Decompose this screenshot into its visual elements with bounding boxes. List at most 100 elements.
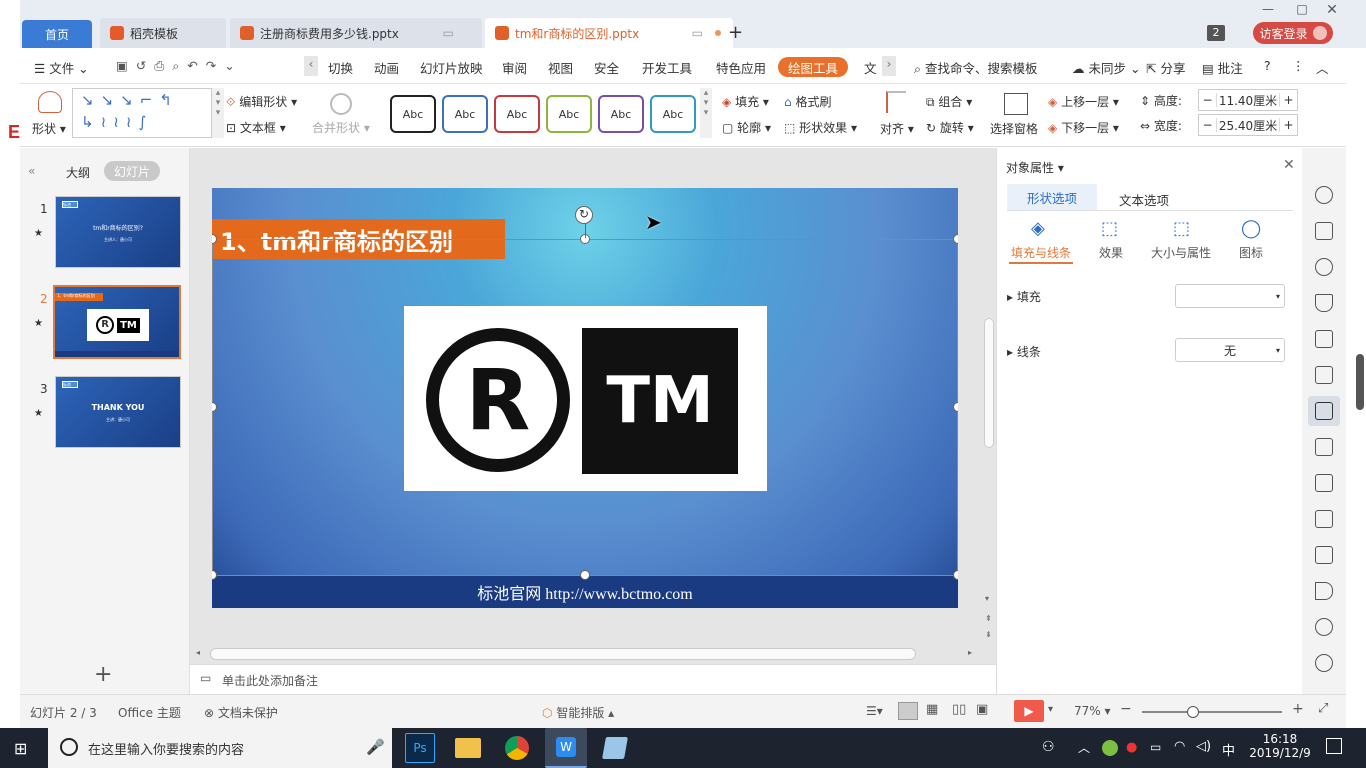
scroll-down-icon[interactable]: ▾ bbox=[985, 594, 989, 603]
wps-active-app[interactable]: W bbox=[545, 728, 587, 768]
send-backward-button[interactable]: ◈ 下移一层 ▾ bbox=[1048, 119, 1119, 136]
rotate-handle-icon[interactable]: ↻ bbox=[575, 206, 593, 224]
battery-icon[interactable]: ▭ bbox=[1150, 740, 1161, 754]
volume-icon[interactable]: ◁) bbox=[1196, 739, 1211, 754]
shape-effect-button[interactable]: ⬚ 形状效果 ▾ bbox=[784, 119, 857, 136]
height-value[interactable]: 11.40厘米 bbox=[1217, 92, 1279, 109]
layers-icon[interactable] bbox=[1315, 294, 1333, 312]
style-preset-3[interactable]: Abc bbox=[494, 95, 540, 133]
scroll-left-icon[interactable]: ◂ bbox=[196, 648, 200, 657]
file-explorer-icon[interactable] bbox=[455, 738, 481, 758]
select-pane-button[interactable]: 选择窗格 bbox=[990, 120, 1038, 137]
image-edit-icon[interactable] bbox=[1315, 438, 1333, 456]
menu-switch[interactable]: 切换 bbox=[328, 58, 353, 77]
vertical-scrollbar[interactable] bbox=[984, 318, 994, 448]
close-panel-icon[interactable]: ✕ bbox=[1283, 157, 1295, 173]
zoom-slider-thumb[interactable] bbox=[1187, 706, 1199, 718]
group-button[interactable]: ⧉ 组合 ▾ bbox=[926, 93, 972, 110]
window-count-badge[interactable]: 2 bbox=[1207, 25, 1225, 41]
gallery-scroll[interactable]: ▴ ▾ ▾ bbox=[212, 88, 224, 138]
text-box-button[interactable]: ⊡ 文本框 ▾ bbox=[226, 119, 286, 136]
help-icon[interactable]: ? bbox=[1264, 58, 1271, 73]
sync-button[interactable]: ☁ 未同步 ⌄ bbox=[1072, 58, 1140, 77]
resize-handle[interactable] bbox=[580, 570, 590, 580]
zoom-level[interactable]: 77% ▾ bbox=[1074, 704, 1111, 718]
format-brush-button[interactable]: ⌂ 格式刷 bbox=[784, 93, 831, 110]
align-button[interactable]: 对齐 ▾ bbox=[880, 120, 914, 137]
notes-area[interactable]: ▭ 单击此处添加备注 bbox=[190, 664, 996, 694]
notes-placeholder[interactable]: 单击此处添加备注 bbox=[222, 672, 318, 689]
share-button[interactable]: ⇱ 分享 bbox=[1146, 58, 1185, 77]
slide-thumb-3[interactable]: 标池 THANK YOU 主讲：唐小可 bbox=[55, 376, 181, 448]
subtab-fill-line[interactable]: 填充与线条 bbox=[1011, 244, 1071, 261]
grid-icon[interactable] bbox=[1315, 330, 1333, 348]
windows-start-icon[interactable]: ⊞ bbox=[14, 739, 27, 758]
zoom-slider[interactable] bbox=[1142, 711, 1282, 713]
sidebar-scrollbar[interactable] bbox=[1356, 354, 1364, 410]
fill-button[interactable]: ◈ 填充 ▾ bbox=[722, 93, 769, 110]
audio-icon[interactable] bbox=[1315, 582, 1333, 600]
zoom-in-button[interactable]: + bbox=[1292, 701, 1304, 717]
scroll-right-icon[interactable]: › bbox=[882, 56, 896, 76]
add-slide-button[interactable]: + bbox=[94, 662, 112, 687]
rotate-button[interactable]: ↻ 旋转 ▾ bbox=[926, 119, 974, 136]
sorter-view-icon[interactable]: ▦ bbox=[926, 702, 938, 717]
ime-indicator[interactable]: 中 bbox=[1222, 740, 1235, 759]
microphone-icon[interactable]: 🎤 bbox=[366, 738, 385, 756]
maximize-icon[interactable]: □ bbox=[1292, 2, 1312, 16]
menu-review[interactable]: 审阅 bbox=[502, 58, 527, 77]
play-slideshow-button[interactable]: ▶ bbox=[1014, 700, 1044, 722]
scroll-left-icon[interactable]: ‹ bbox=[304, 56, 318, 76]
close-icon[interactable]: ✕ bbox=[1322, 2, 1342, 18]
menu-animation[interactable]: 动画 bbox=[374, 58, 399, 77]
more-options-icon[interactable]: ⋮ bbox=[1292, 58, 1305, 73]
slide-thumb-2[interactable]: 1、tm和r商标的区别 R TM bbox=[53, 285, 181, 359]
new-tab-button[interactable]: + bbox=[728, 22, 743, 43]
tray-expand-icon[interactable]: ︿ bbox=[1078, 739, 1090, 756]
menu-draw-tools[interactable]: 绘图工具 bbox=[778, 57, 848, 77]
theme-name[interactable]: Office 主题 bbox=[118, 704, 181, 721]
tab-shape-options[interactable]: 形状选项 bbox=[1007, 184, 1097, 210]
file-menu[interactable]: ☰ 文件 ⌄ bbox=[34, 58, 89, 77]
menu-features[interactable]: 特色应用 bbox=[716, 58, 766, 77]
guest-login-button[interactable]: 访客登录 bbox=[1253, 22, 1333, 44]
style-preset-5[interactable]: Abc bbox=[598, 95, 644, 133]
slide-footer[interactable]: 标池官网 http://www.bctmo.com bbox=[212, 576, 958, 608]
archive-icon[interactable] bbox=[1315, 510, 1333, 528]
zoom-out-button[interactable]: − bbox=[1120, 701, 1132, 717]
command-search[interactable]: ⌕ 查找命令、搜索模板 bbox=[914, 58, 1038, 77]
wifi-icon[interactable]: ◠ bbox=[1174, 739, 1185, 754]
collapse-ribbon-icon[interactable]: ︿ bbox=[1316, 58, 1329, 77]
style-preset-4[interactable]: Abc bbox=[546, 95, 592, 133]
pin-icon[interactable] bbox=[1315, 186, 1333, 204]
tab-document-2[interactable]: tm和r商标的区别.pptx ▭ bbox=[485, 18, 733, 48]
horizontal-scrollbar[interactable] bbox=[210, 648, 916, 660]
height-field[interactable]: −11.40厘米 + bbox=[1198, 89, 1298, 111]
slides-tab[interactable]: 幻灯片 bbox=[104, 161, 160, 181]
shape-button[interactable]: 形状 ▾ bbox=[32, 120, 66, 137]
resize-handle[interactable] bbox=[953, 570, 958, 580]
style-gallery-scroll[interactable]: ▴ ▾ ▾ bbox=[700, 88, 712, 138]
fill-dropdown[interactable]: ▾ bbox=[1175, 284, 1285, 308]
shapes-icon[interactable] bbox=[1315, 258, 1333, 276]
slide-2[interactable]: 1、tm和r商标的区别 R TM 标池官网 http://www.bctmo.c… bbox=[212, 188, 958, 608]
comment-button[interactable]: ▤ 批注 bbox=[1202, 58, 1243, 77]
play-options-icon[interactable]: ▾ bbox=[1048, 704, 1053, 715]
export-icon[interactable] bbox=[1315, 474, 1333, 492]
outline-button[interactable]: ▢ 轮廓 ▾ bbox=[722, 119, 771, 136]
copy-icon[interactable] bbox=[1315, 222, 1333, 240]
merge-shape-button[interactable]: 合并形状 ▾ bbox=[312, 119, 370, 136]
menu-security[interactable]: 安全 bbox=[594, 58, 619, 77]
prev-slide-icon[interactable]: ⇞ bbox=[985, 614, 992, 623]
edit-shape-button[interactable]: ⟐ 编辑形状 ▾ bbox=[226, 93, 297, 110]
height-decrement[interactable]: − bbox=[1199, 93, 1217, 107]
minimize-icon[interactable]: — bbox=[1258, 2, 1278, 16]
history-icon[interactable] bbox=[1315, 654, 1333, 672]
width-increment[interactable]: + bbox=[1279, 118, 1297, 132]
qq-icon[interactable]: ● bbox=[1126, 740, 1137, 755]
notification-icon[interactable] bbox=[1326, 738, 1342, 754]
menu-more[interactable]: 文 bbox=[864, 58, 878, 77]
fit-window-icon[interactable]: ⤢ bbox=[1318, 701, 1328, 716]
collapse-panel-icon[interactable]: « bbox=[28, 164, 35, 178]
width-decrement[interactable]: − bbox=[1199, 118, 1217, 132]
